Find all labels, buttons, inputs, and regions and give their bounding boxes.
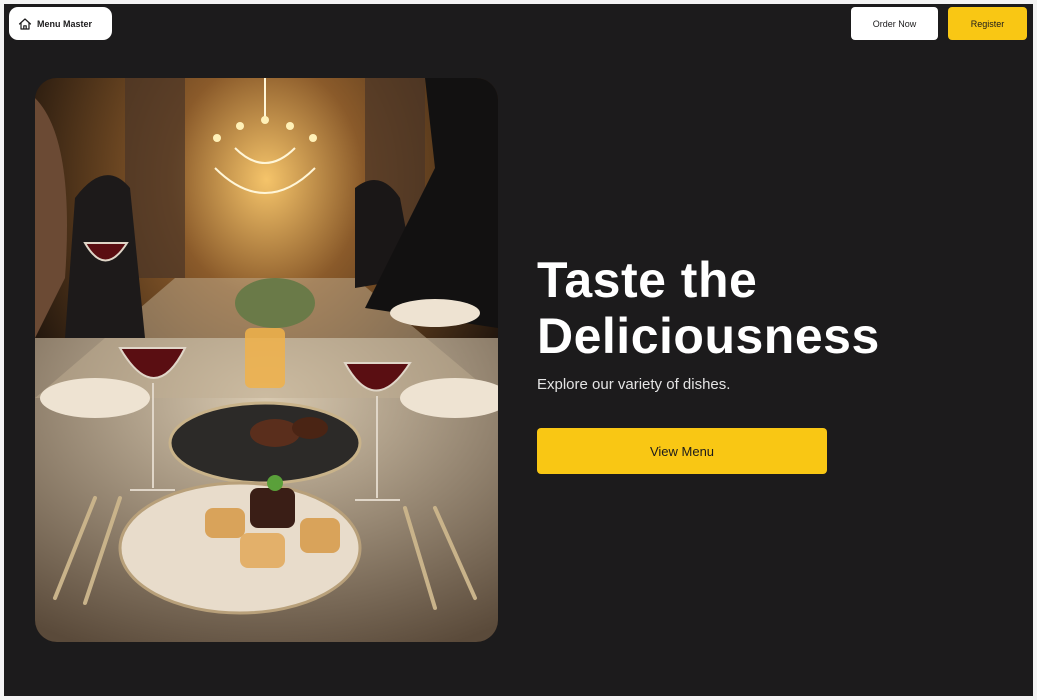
brand-label: Menu Master [37, 18, 93, 29]
order-now-button[interactable]: Order Now [851, 7, 938, 40]
hero-image [35, 78, 498, 642]
view-menu-button[interactable]: View Menu [537, 428, 827, 474]
hero-title-line-2: Deliciousness [537, 308, 880, 364]
home-icon [18, 17, 32, 31]
register-button[interactable]: Register [948, 7, 1027, 40]
hero-subtitle: Explore our variety of dishes. [537, 376, 731, 393]
brand-logo-button[interactable]: Menu Master [9, 7, 112, 40]
hero-title: Taste the Deliciousness [537, 252, 957, 364]
hero-title-line-1: Taste the [537, 252, 758, 308]
